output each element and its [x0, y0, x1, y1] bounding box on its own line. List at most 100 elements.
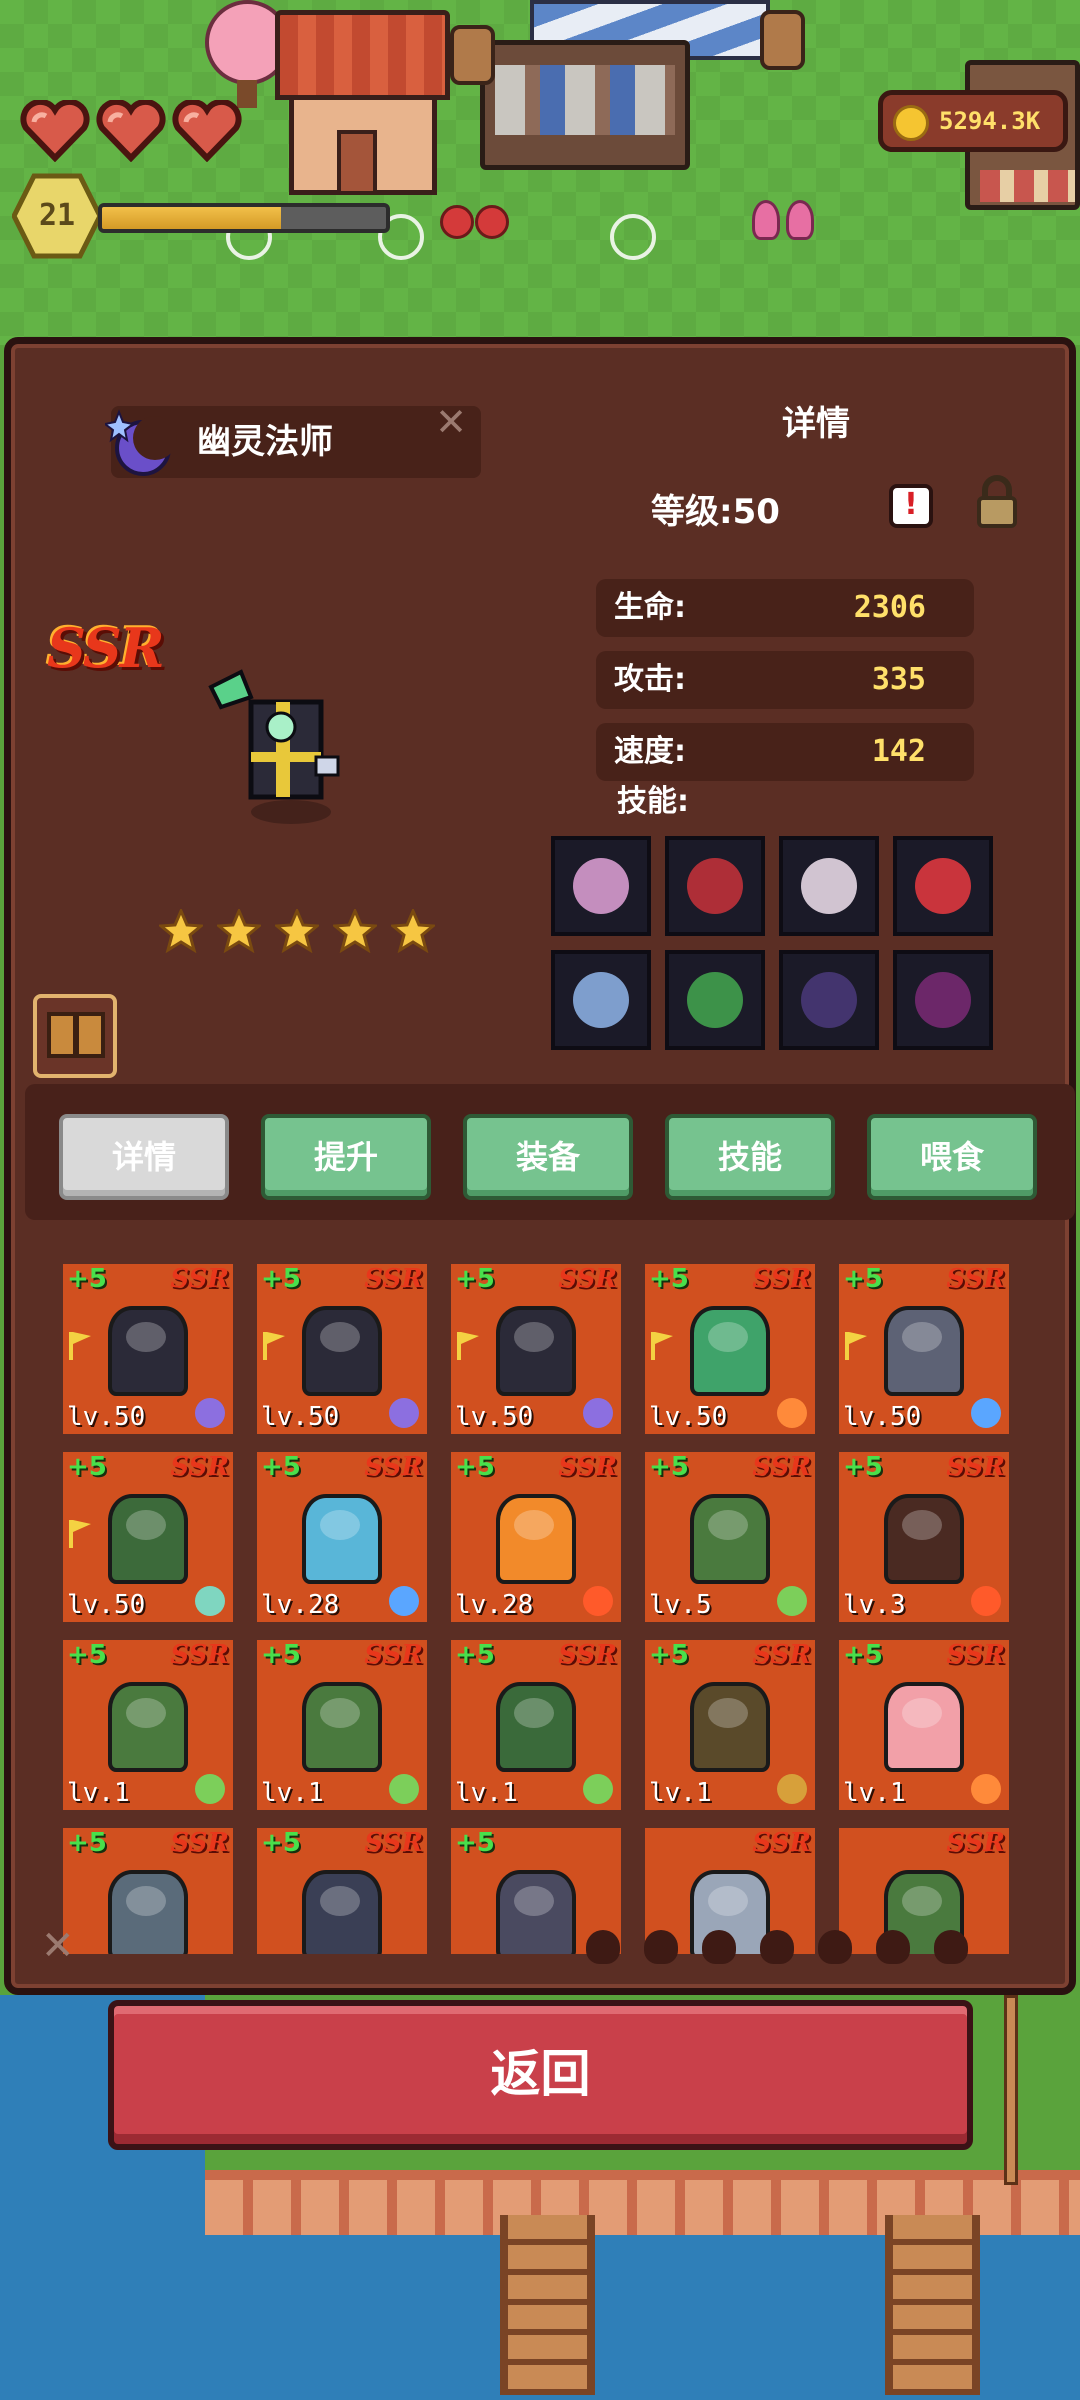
hero-card-plus: +5 [455, 1828, 495, 1858]
hero-card[interactable]: +5 SSR lv.50 [451, 1264, 621, 1434]
house-building[interactable] [275, 10, 450, 195]
coin-counter[interactable]: 5294.3K [878, 90, 1068, 152]
hero-card-level: lv.50 [67, 1402, 146, 1432]
hero-card-sprite [496, 1682, 576, 1772]
moon-filter-icon[interactable] [934, 1930, 968, 1964]
barrel [450, 25, 495, 85]
red-flower [440, 205, 474, 239]
hero-card-plus: +5 [67, 1264, 107, 1294]
barrel [760, 10, 805, 70]
hero-detail-panel: 幽灵法师 ✕ 详情 等级:50 ! SSR 生命: 2306 攻击: 335 速… [4, 337, 1076, 1995]
hero-card[interactable]: +5 SSR lv.1 [645, 1640, 815, 1810]
book-button[interactable] [33, 994, 117, 1078]
coin-amount: 5294.3K [939, 107, 1041, 135]
hero-card-sprite [108, 1306, 188, 1396]
eye-icon[interactable] [779, 836, 879, 936]
fire-element-icon [971, 1586, 1001, 1616]
tab-upgrade[interactable]: 提升 [261, 1114, 431, 1200]
moon-element-icon [195, 1398, 225, 1428]
hero-card[interactable]: +5 SSR lv.28 [451, 1452, 621, 1622]
tab-feed[interactable]: 喂食 [867, 1114, 1037, 1200]
star-icon [333, 909, 377, 953]
hero-card-level: lv.1 [649, 1778, 712, 1808]
hero-card-plus: +5 [261, 1640, 301, 1670]
hero-card[interactable]: +5 SSR lv.50 [63, 1264, 233, 1434]
stat-hp: 生命: 2306 [596, 579, 974, 637]
hero-card-plus: +5 [649, 1264, 689, 1294]
hero-card[interactable]: +5 SSR lv.5 [645, 1452, 815, 1622]
alert-icon[interactable]: ! [889, 484, 933, 528]
hero-card-rarity: SSR [946, 1828, 1005, 1858]
shadow-portal-icon[interactable] [893, 950, 993, 1050]
hero-card-rarity: SSR [752, 1452, 811, 1482]
crosshair-icon[interactable] [665, 836, 765, 936]
water-filter-icon[interactable] [702, 1930, 736, 1964]
hero-card-level: lv.50 [455, 1402, 534, 1432]
hero-card-rarity: SSR [946, 1640, 1005, 1670]
hero-name: 幽灵法师 [197, 422, 333, 462]
hero-card-level: lv.1 [843, 1778, 906, 1808]
hero-card[interactable]: +5 SSR lv.1 [451, 1640, 621, 1810]
hero-card[interactable]: +5 SSR [257, 1828, 427, 1954]
hero-card[interactable]: +5 SSR lv.1 [839, 1640, 1009, 1810]
earth-filter-icon[interactable] [644, 1930, 678, 1964]
tab-skills[interactable]: 技能 [665, 1114, 835, 1200]
tab-equipment[interactable]: 装备 [463, 1114, 633, 1200]
hero-card[interactable]: +5 SSR lv.28 [257, 1452, 427, 1622]
sword-slash-icon[interactable] [893, 836, 993, 936]
hero-card[interactable]: +5 SSR lv.1 [63, 1640, 233, 1810]
hero-card-sprite [108, 1494, 188, 1584]
hero-card[interactable]: +5 SSR [63, 1828, 233, 1954]
plot-marker[interactable] [610, 214, 656, 260]
wooden-dock [500, 2215, 595, 2395]
hero-level: 等级:50 [651, 492, 780, 532]
flag-icon [69, 1332, 91, 1360]
skull-icon[interactable] [551, 836, 651, 936]
hero-card-sprite [690, 1682, 770, 1772]
hero-card[interactable]: +5 SSR lv.3 [839, 1452, 1009, 1622]
coin-icon [893, 105, 929, 141]
heart-icon [20, 98, 90, 163]
hero-card-plus: +5 [455, 1264, 495, 1294]
market-stall[interactable] [470, 0, 800, 200]
close-filter-icon[interactable]: ✕ [41, 1926, 81, 1966]
flag-icon [457, 1332, 479, 1360]
hero-card-level: lv.1 [455, 1778, 518, 1808]
hero-card-rarity: SSR [946, 1452, 1005, 1482]
tab-details[interactable]: 详情 [59, 1114, 229, 1200]
hero-card[interactable]: +5 SSR lv.50 [63, 1452, 233, 1622]
leaf-filter-icon[interactable] [876, 1930, 910, 1964]
stat-attack: 攻击: 335 [596, 651, 974, 709]
hero-card[interactable]: +5 SSR lv.50 [645, 1264, 815, 1434]
lock-icon[interactable] [975, 474, 1019, 530]
hero-card-level: lv.50 [67, 1590, 146, 1620]
xp-progress-bar [98, 203, 390, 233]
stat-speed: 速度: 142 [596, 723, 974, 781]
stat-label: 攻击: [614, 662, 686, 697]
stat-value: 142 [871, 734, 926, 769]
water-element-icon [971, 1398, 1001, 1428]
hero-card[interactable]: +5 SSR lv.1 [257, 1640, 427, 1810]
fire-filter-icon[interactable] [586, 1930, 620, 1964]
wind-filter-icon[interactable] [760, 1930, 794, 1964]
close-icon[interactable]: ✕ [431, 402, 471, 442]
hero-card-sprite [884, 1306, 964, 1396]
skill-grid [551, 836, 993, 1050]
hero-card-plus: +5 [261, 1828, 301, 1858]
hero-card[interactable]: +5 SSR lv.50 [257, 1264, 427, 1434]
pink-tulip [752, 200, 780, 240]
hero-card-rarity: SSR [170, 1264, 229, 1294]
feather-icon[interactable] [551, 950, 651, 1050]
bat-demon-icon[interactable] [779, 950, 879, 1050]
spirit-flame-icon[interactable] [665, 950, 765, 1050]
hero-card-plus: +5 [455, 1640, 495, 1670]
hero-card[interactable]: +5 SSR lv.50 [839, 1264, 1009, 1434]
hero-card-level: lv.50 [261, 1402, 340, 1432]
hero-card-level: lv.50 [843, 1402, 922, 1432]
hero-card-plus: +5 [261, 1264, 301, 1294]
return-button[interactable]: 返回 [108, 2000, 973, 2150]
hero-card-sprite [302, 1306, 382, 1396]
hero-card-level: lv.1 [67, 1778, 130, 1808]
stat-value: 335 [871, 662, 926, 697]
flame-filter-icon[interactable] [818, 1930, 852, 1964]
